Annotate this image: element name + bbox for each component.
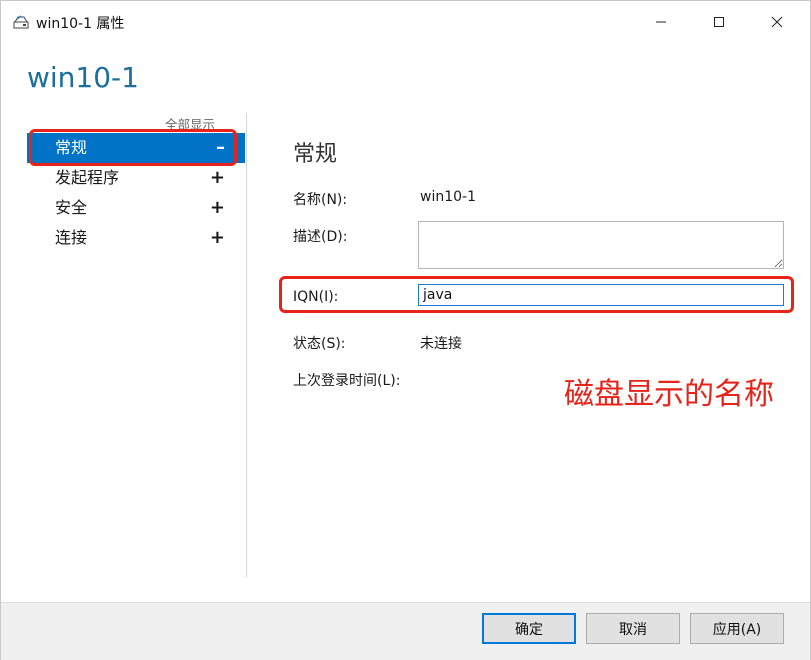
description-label: 描述(D): [293, 229, 348, 245]
maximize-icon [714, 17, 724, 27]
sidebar-item-connection[interactable]: 连接 + [27, 223, 245, 253]
status-label: 状态(S): [293, 336, 346, 352]
nav-divider [246, 113, 247, 577]
sidebar-item-security[interactable]: 安全 + [27, 193, 245, 223]
iqn-label: IQN(I): [293, 289, 339, 305]
nav-highlight-box [29, 129, 237, 166]
last-login-label: 上次登录时间(L): [293, 373, 401, 389]
button-bar [1, 602, 810, 660]
title-bar: win10-1 属性 [1, 1, 810, 43]
name-value: win10-1 [420, 189, 476, 205]
name-label: 名称(N): [293, 192, 348, 208]
minimize-icon [656, 21, 666, 23]
dialog-heading: win10-1 [27, 61, 139, 94]
iqn-field[interactable] [418, 284, 784, 306]
sidebar-item-label: 连接 [55, 228, 88, 247]
description-field[interactable] [418, 221, 784, 269]
cancel-button[interactable]: 取消 [586, 613, 680, 644]
expand-icon: + [209, 167, 225, 188]
expand-icon: + [209, 197, 225, 218]
minimize-button[interactable] [638, 1, 684, 43]
status-value: 未连接 [420, 336, 462, 352]
disk-app-icon [13, 15, 29, 29]
apply-button[interactable]: 应用(A) [690, 613, 784, 644]
sidebar-item-label: 安全 [55, 198, 88, 217]
annotation-text: 磁盘显示的名称 [564, 377, 774, 412]
expand-icon: + [209, 227, 225, 248]
close-icon [771, 16, 783, 28]
window-title: win10-1 属性 [36, 16, 125, 32]
close-button[interactable] [754, 1, 800, 43]
properties-dialog: win10-1 属性 win10-1 全部显示 常规 – 发起程序 + 安全 +… [0, 0, 811, 660]
ok-button[interactable]: 确定 [482, 613, 576, 644]
section-title: 常规 [293, 142, 338, 167]
sidebar-item-initiator[interactable]: 发起程序 + [27, 163, 245, 193]
sidebar-item-label: 发起程序 [55, 168, 120, 187]
maximize-button[interactable] [696, 1, 742, 43]
